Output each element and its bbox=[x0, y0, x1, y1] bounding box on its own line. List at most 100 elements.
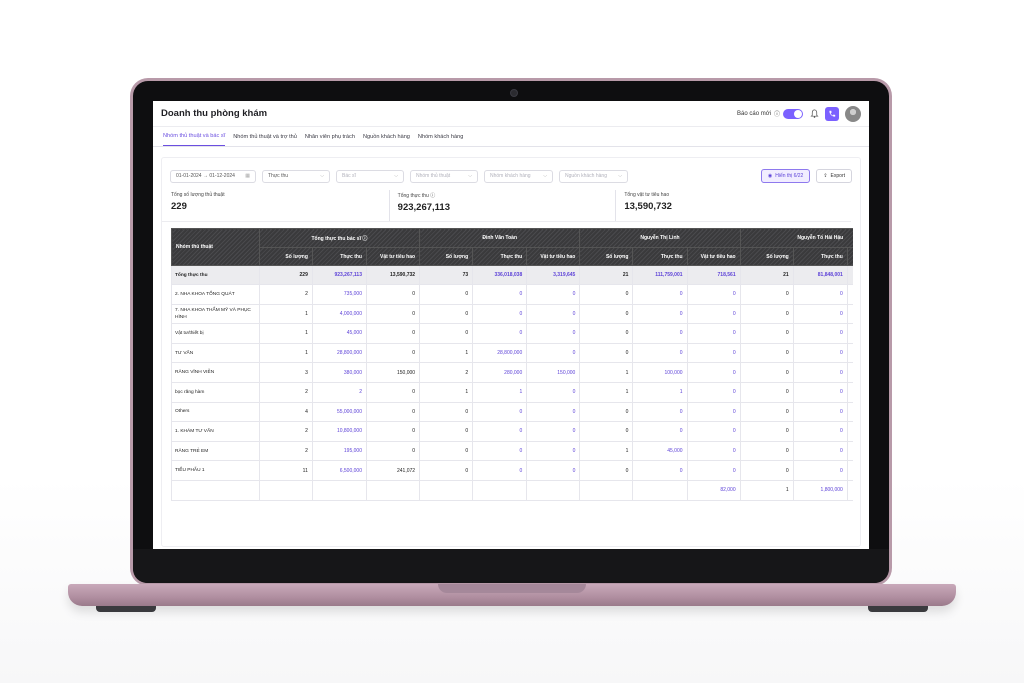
table-row[interactable]: TƯ VẤN 1 28,800,000 0 1 28,800,000 0 0 0 0 0 0 bbox=[171, 342, 853, 364]
tab-staff-in-charge[interactable]: Nhân viên phụ trách bbox=[305, 134, 355, 146]
calendar-icon: ▦ bbox=[245, 173, 250, 179]
column-subheader[interactable]: Số lượng bbox=[258, 247, 313, 266]
table-cell: 1 bbox=[579, 381, 634, 403]
column-subheader[interactable]: Thực thu bbox=[472, 247, 528, 266]
column-group-header[interactable]: Đinh Văn Toàn bbox=[419, 228, 581, 248]
column-subheader[interactable]: Vật tư tiêu hao bbox=[846, 247, 853, 266]
kpi-label: Tổng vật tư tiêu hao bbox=[624, 192, 670, 198]
table-row[interactable]: 1. KHÁM TƯ VẤN 2 10,800,000 0 0 0 0 0 0 0 0 0 bbox=[171, 421, 853, 442]
tab-customer-group[interactable]: Nhóm khách hàng bbox=[418, 134, 463, 146]
column-subheader[interactable]: Vật tư tiêu hao bbox=[526, 247, 581, 266]
laptop-lid: Doanh thu phòng khám Báo cáo mới ⓘ Nhóm … bbox=[130, 78, 892, 586]
table-row[interactable]: bọc răng hàm 2 2 0 1 1 0 1 1 0 0 0 bbox=[171, 381, 853, 403]
kpi-value: 923,267,113 bbox=[397, 202, 450, 213]
new-report-toggle[interactable] bbox=[783, 108, 803, 119]
table-cell: 735,000 bbox=[311, 284, 367, 305]
column-subheader[interactable]: Thực thu bbox=[792, 247, 848, 266]
table-cell-empty bbox=[846, 421, 853, 442]
table-header-row: Nhóm thủ thuật Tổng thực thu bác sĩ ⓘ Đi… bbox=[171, 228, 853, 266]
doctor-select[interactable]: Bác sĩ ⌵ bbox=[336, 169, 404, 183]
tab-procedure-assistant[interactable]: Nhóm thủ thuật và trợ thủ bbox=[233, 134, 297, 146]
tab-procedure-doctor[interactable]: Nhóm thủ thuật và bác sĩ bbox=[163, 133, 226, 146]
column-group-header[interactable]: Tổng thực thu bác sĩ ⓘ bbox=[258, 228, 421, 248]
avatar[interactable] bbox=[845, 105, 861, 122]
table-row[interactable]: Others 4 55,000,000 0 0 0 0 0 0 0 0 0 bbox=[171, 401, 853, 423]
column-header-procedure-group[interactable]: Nhóm thủ thuật bbox=[171, 228, 260, 266]
customer-group-select[interactable]: Nhóm khách hàng ⌵ bbox=[484, 169, 553, 183]
table-row[interactable]: 2. NHA KHOA TỔNG QUÁT 2 735,000 0 0 0 0 0 0 0 0 0 bbox=[171, 284, 853, 305]
export-button[interactable]: ⇪ Export bbox=[816, 169, 852, 183]
table-cell: 0 bbox=[792, 284, 848, 305]
table-cell-empty bbox=[846, 265, 853, 285]
table-cell bbox=[171, 479, 260, 501]
table-row[interactable]: 7. NHA KHOA THẨM MỸ VÀ PHỤC HÌNH 1 4,000,0… bbox=[171, 303, 853, 325]
column-subheader[interactable]: Thực thu bbox=[311, 247, 367, 266]
filter-bar: 01-01-2024 → 01-12-2024 ▦ Thực thu ⌵ Bác… bbox=[162, 165, 860, 187]
table-cell: 0 bbox=[686, 401, 741, 423]
new-report-label: Báo cáo mới bbox=[737, 110, 771, 117]
procedure-group-name: 1. KHÁM TƯ VẤN bbox=[171, 421, 260, 442]
mockup-stage: Doanh thu phòng khám Báo cáo mới ⓘ Nhóm … bbox=[0, 0, 1024, 683]
customer-source-select[interactable]: Nguồn khách hàng ⌵ bbox=[559, 169, 628, 183]
bell-icon[interactable] bbox=[809, 109, 819, 119]
table-cell: 0 bbox=[419, 284, 474, 305]
column-subheader[interactable]: Vật tư tiêu hao bbox=[365, 247, 421, 266]
laptop-foot bbox=[868, 606, 928, 612]
table-cell: 0 bbox=[739, 401, 794, 423]
date-range-picker[interactable]: 01-01-2024 → 01-12-2024 ▦ bbox=[170, 169, 256, 183]
table-cell: 150,000 bbox=[365, 362, 421, 383]
table-cell: 21 bbox=[739, 265, 794, 285]
table-cell: 0 bbox=[579, 421, 634, 442]
table-cell-empty bbox=[846, 303, 853, 325]
column-group-header[interactable]: Nguyễn Thị Linh bbox=[579, 228, 741, 248]
table-cell: 0 bbox=[419, 401, 474, 423]
table-row[interactable]: Vật tư/thiết bị 1 45,000 0 0 0 0 0 0 0 0 0 bbox=[171, 323, 853, 344]
table-cell-empty bbox=[846, 460, 853, 481]
table-row-partial[interactable]: 82,000 1 1,800,000 bbox=[171, 479, 853, 501]
table-cell: 280,000 bbox=[472, 362, 528, 383]
show-columns-button[interactable]: ◉ Hiển thị 6/22 bbox=[760, 169, 811, 183]
table-cell: 229 bbox=[258, 265, 313, 285]
table-cell: 0 bbox=[472, 460, 528, 481]
table-cell: 111,759,001 bbox=[632, 265, 688, 285]
table-cell: 100,000 bbox=[632, 362, 688, 383]
phone-icon bbox=[829, 110, 836, 117]
column-subheader[interactable]: Số lượng bbox=[579, 247, 634, 266]
table-cell: 0 bbox=[686, 460, 741, 481]
metric-select[interactable]: Thực thu ⌵ bbox=[262, 169, 330, 183]
column-subheader[interactable]: Số lượng bbox=[739, 247, 794, 266]
phone-button[interactable] bbox=[825, 106, 839, 121]
procedure-group-placeholder: Nhóm thủ thuật bbox=[416, 173, 451, 179]
table-row[interactable]: TIỂU PHẪU 1 11 6,500,000 241,072 0 0 0 0 0 0 0 0 bbox=[171, 460, 853, 481]
table-cell: 0 bbox=[739, 440, 794, 462]
table-cell bbox=[365, 479, 421, 501]
new-report-toggle-group: Báo cáo mới ⓘ bbox=[737, 108, 803, 119]
table-cell: 0 bbox=[579, 460, 634, 481]
revenue-table-container[interactable]: Nhóm thủ thuật Tổng thực thu bác sĩ ⓘ Đi… bbox=[171, 228, 853, 543]
table-cell: 0 bbox=[472, 440, 528, 462]
column-subheader[interactable]: Thực thu bbox=[632, 247, 688, 266]
table-cell: 0 bbox=[792, 421, 848, 442]
procedure-group-select[interactable]: Nhóm thủ thuật ⌵ bbox=[410, 169, 478, 183]
table-cell: 0 bbox=[419, 303, 474, 325]
table-cell: 81,848,001 bbox=[792, 265, 848, 285]
table-cell: 0 bbox=[739, 381, 794, 403]
table-row[interactable]: RĂNG VĨNH VIỄN 3 380,000 150,000 2 280,000 150… bbox=[171, 362, 853, 383]
kpi-row: Tổng số lượng thủ thuật 229 Tổng thực th… bbox=[162, 190, 851, 222]
table-cell: 0 bbox=[686, 323, 741, 344]
laptop-chin bbox=[133, 549, 889, 583]
table-cell: 2 bbox=[258, 440, 313, 462]
table-cell: 0 bbox=[365, 421, 421, 442]
tab-customer-source[interactable]: Nguồn khách hàng bbox=[363, 134, 410, 146]
table-cell: 0 bbox=[686, 381, 741, 403]
table-total-row[interactable]: Tổng thực thu 229 923,267,113 13,590,732 73 3… bbox=[171, 265, 853, 285]
table-cell: 0 bbox=[365, 342, 421, 364]
table-cell: 0 bbox=[686, 440, 741, 462]
column-subheader[interactable]: Số lượng bbox=[419, 247, 474, 266]
table-row[interactable]: RĂNG TRẺ EM 2 195,000 0 0 0 0 1 45,000 0 0 0 bbox=[171, 440, 853, 462]
table-cell: 2 bbox=[258, 284, 313, 305]
customer-source-placeholder: Nguồn khách hàng bbox=[565, 173, 607, 179]
table-cell: 1 bbox=[258, 303, 313, 325]
column-group-header[interactable]: Nguyễn Tố Hải Hậu bbox=[739, 228, 853, 248]
column-subheader[interactable]: Vật tư tiêu hao bbox=[686, 247, 741, 266]
